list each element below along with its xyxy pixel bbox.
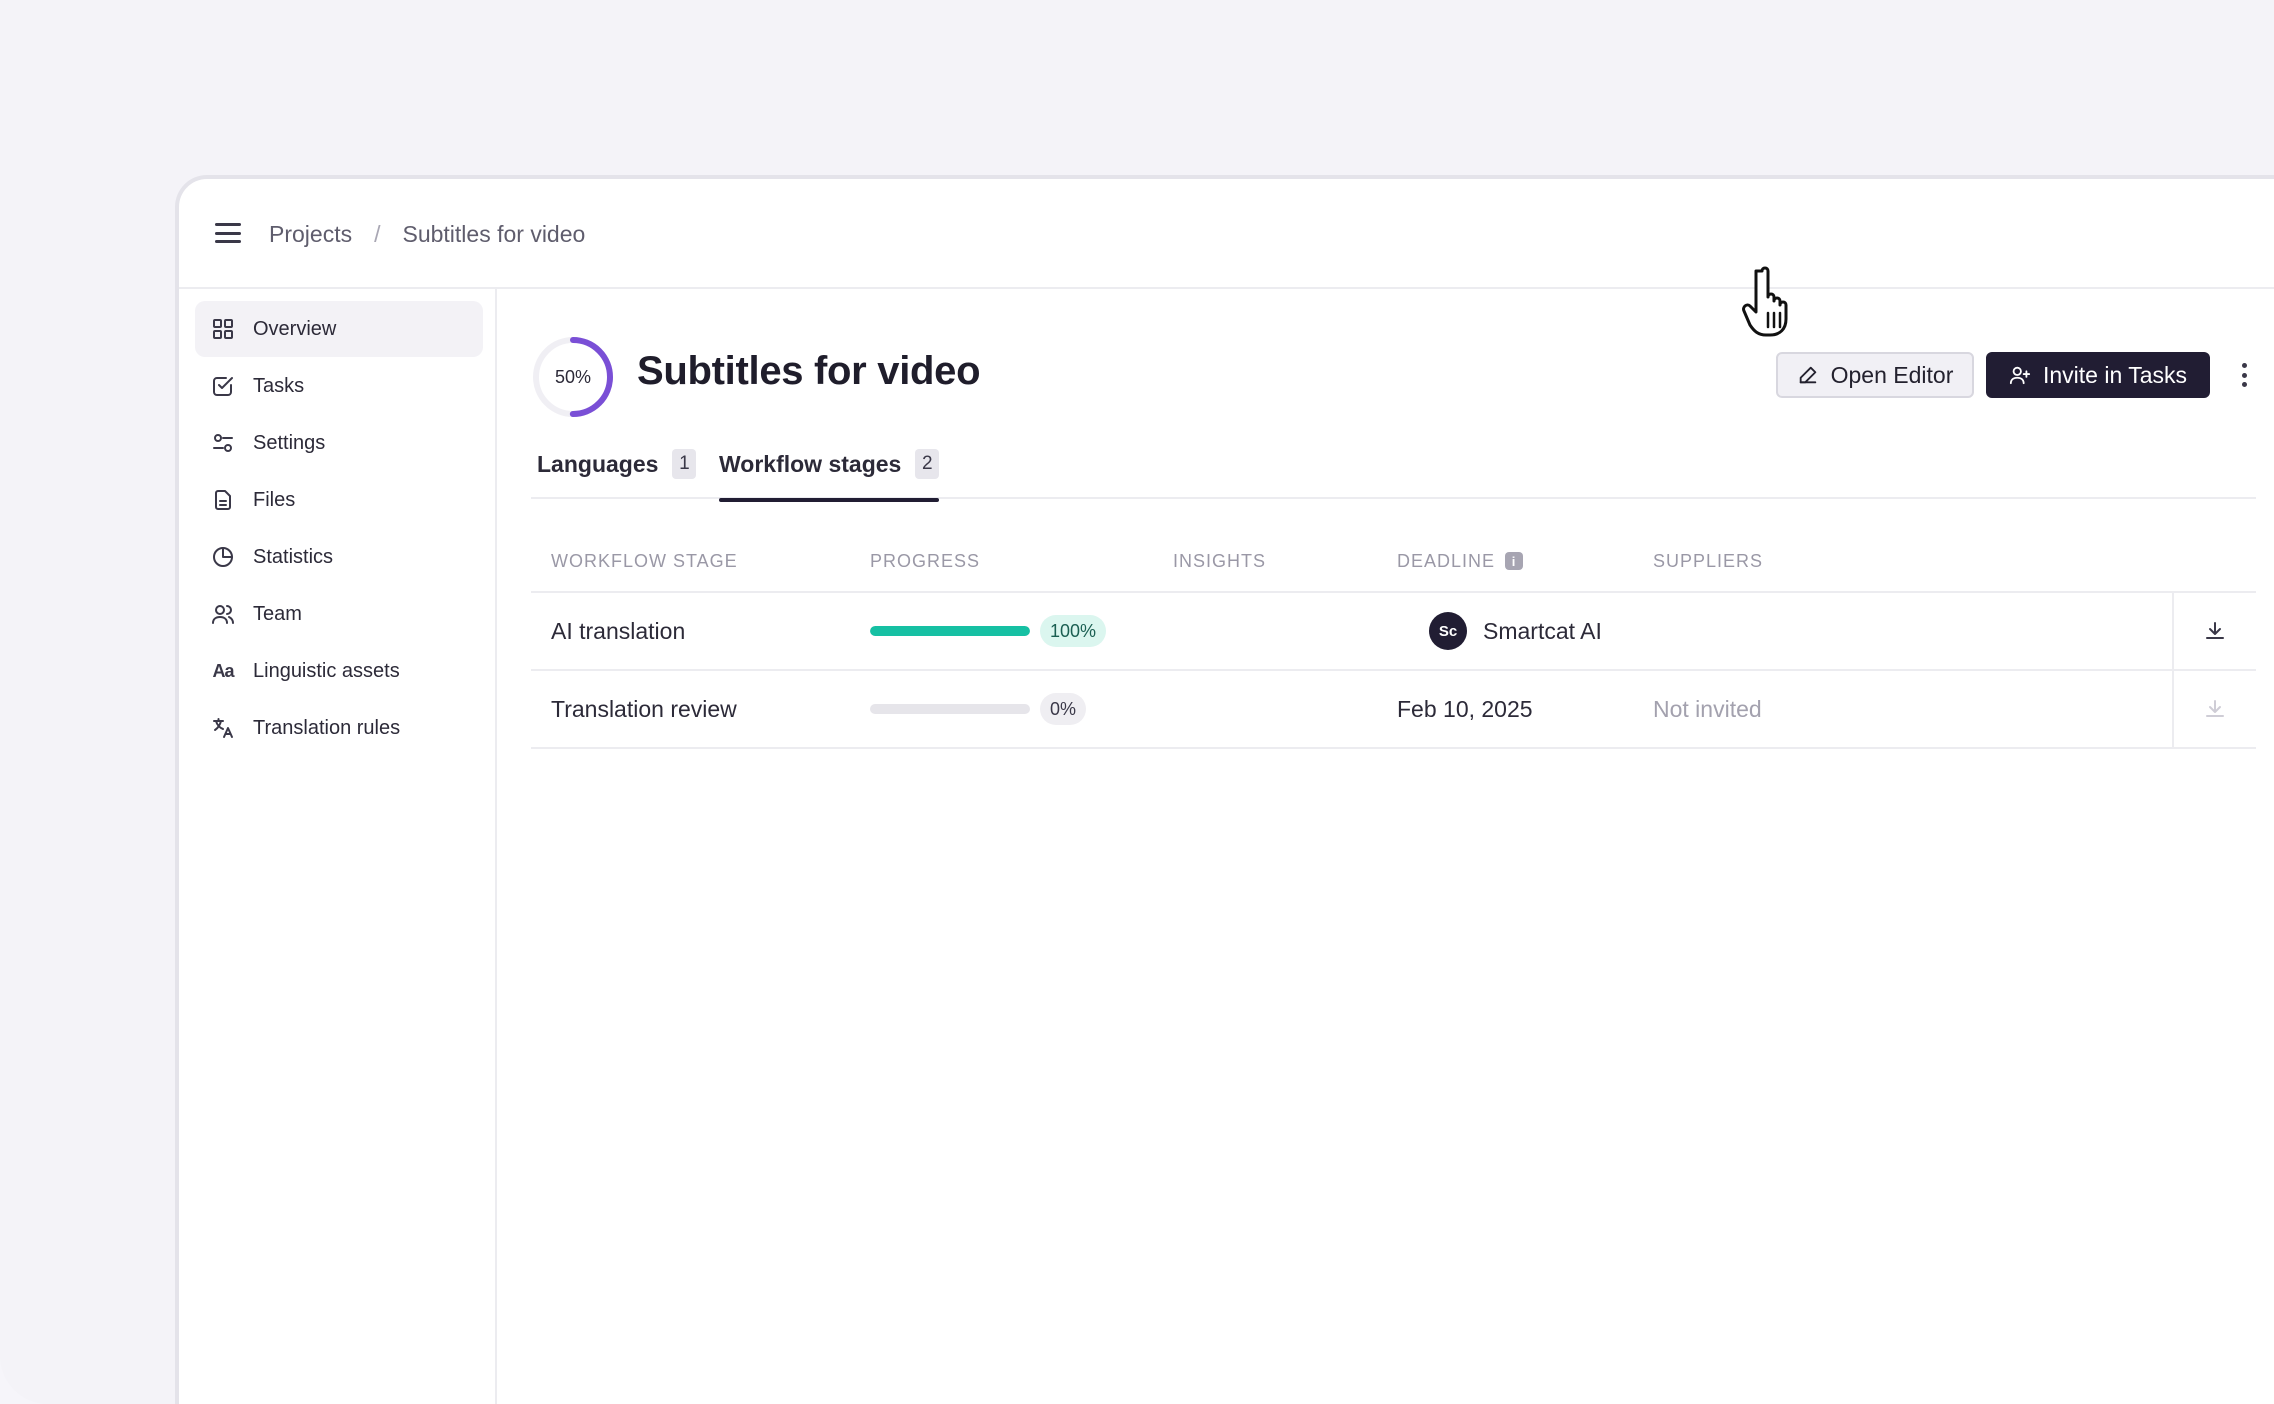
- deadline: Feb 10, 2025: [1397, 695, 1533, 722]
- translate-icon: [211, 716, 235, 740]
- sidebar-item-overview[interactable]: Overview: [195, 301, 483, 357]
- supplier-name: Smartcat AI: [1483, 617, 1602, 644]
- sidebar-item-statistics[interactable]: Statistics: [195, 529, 483, 585]
- sidebar-item-linguistic-assets[interactable]: Aa Linguistic assets: [195, 643, 483, 699]
- stage-name: Translation review: [551, 695, 737, 722]
- sidebar: Overview Tasks Settings Files Statistics: [179, 289, 497, 1404]
- tab-count-badge: 2: [915, 449, 940, 479]
- download-icon: [2206, 622, 2224, 639]
- supplier-status: Not invited: [1653, 695, 1762, 722]
- progress-percent-badge: 100%: [1040, 615, 1107, 647]
- more-options-icon[interactable]: [2236, 359, 2252, 391]
- user-plus-icon: [2009, 366, 2031, 385]
- sidebar-item-label: Files: [253, 488, 296, 511]
- table-header: WORKFLOW STAGE PROGRESS INSIGHTS DEADLIN…: [531, 529, 2256, 593]
- sidebar-item-label: Settings: [253, 431, 326, 454]
- stage-progress: 100%: [870, 593, 1107, 669]
- column-header-deadline: DEADLINE i: [1397, 529, 1524, 593]
- progress-percent-badge: 0%: [1040, 693, 1087, 725]
- progress-bar: [870, 626, 1030, 636]
- tabs: Languages 1 Workflow stages 2: [531, 429, 2256, 502]
- sidebar-item-team[interactable]: Team: [195, 586, 483, 642]
- app-window: Projects / Subtitles for video Overview …: [175, 175, 2274, 1404]
- sidebar-item-tasks[interactable]: Tasks: [195, 358, 483, 414]
- sidebar-item-label: Linguistic assets: [253, 659, 400, 682]
- open-editor-button[interactable]: Open Editor: [1776, 352, 1974, 398]
- breadcrumb-current: Subtitles for video: [402, 220, 586, 247]
- table-row[interactable]: AI translation 100% Sc Smartcat AI: [531, 593, 2256, 671]
- breadcrumb: Projects / Subtitles for video: [269, 179, 585, 289]
- table-row[interactable]: Translation review 0% Feb 10, 2025 Not i…: [531, 671, 2256, 749]
- stage-name: AI translation: [551, 617, 686, 644]
- progress-bar: [870, 704, 1030, 714]
- sidebar-item-files[interactable]: Files: [195, 472, 483, 528]
- tab-languages[interactable]: Languages 1: [537, 429, 697, 499]
- download-button-disabled: [2172, 671, 2256, 747]
- workflow-stages-table: WORKFLOW STAGE PROGRESS INSIGHTS DEADLIN…: [531, 529, 2256, 749]
- breadcrumb-separator: /: [374, 220, 381, 247]
- pie-chart-icon: [211, 545, 235, 569]
- top-bar: Projects / Subtitles for video: [179, 179, 2274, 289]
- tab-count-badge: 1: [672, 449, 697, 479]
- sidebar-item-settings[interactable]: Settings: [195, 415, 483, 471]
- sidebar-item-label: Team: [253, 602, 302, 625]
- column-header-progress: PROGRESS: [870, 550, 981, 571]
- sidebar-item-label: Tasks: [253, 374, 305, 397]
- supplier[interactable]: Sc Smartcat AI: [1429, 593, 1602, 669]
- sidebar-item-label: Statistics: [253, 545, 334, 568]
- aa-icon: Aa: [212, 660, 234, 681]
- column-header-deadline-label: DEADLINE: [1397, 550, 1496, 571]
- stage-progress: 0%: [870, 671, 1087, 747]
- users-icon: [211, 602, 235, 626]
- sidebar-item-label: Translation rules: [253, 716, 401, 739]
- smartcat-avatar: Sc: [1429, 612, 1467, 650]
- breadcrumb-projects[interactable]: Projects: [269, 221, 352, 248]
- download-button[interactable]: [2172, 593, 2256, 669]
- check-square-icon: [211, 374, 235, 398]
- page-title: Subtitles for video: [637, 349, 981, 393]
- column-header-suppliers: SUPPLIERS: [1653, 550, 1764, 571]
- sidebar-item-translation-rules[interactable]: Translation rules: [195, 700, 483, 756]
- grid-icon: [211, 317, 235, 341]
- progress-bar-fill: [870, 626, 1030, 636]
- info-icon[interactable]: i: [1505, 552, 1524, 570]
- tab-workflow-stages[interactable]: Workflow stages 2: [719, 429, 940, 502]
- project-progress-label: 50%: [554, 366, 592, 387]
- column-header-stage: WORKFLOW STAGE: [551, 550, 738, 571]
- invite-in-tasks-label: Invite in Tasks: [2042, 361, 2188, 388]
- tab-label: Workflow stages: [719, 450, 902, 477]
- open-editor-label: Open Editor: [1830, 361, 1954, 388]
- sidebar-item-label: Overview: [253, 317, 337, 340]
- menu-icon[interactable]: [215, 223, 241, 243]
- column-header-insights: INSIGHTS: [1173, 550, 1267, 571]
- pencil-icon: [1799, 366, 1816, 384]
- main-content: 50% Subtitles for video Open Editor Invi…: [499, 289, 2274, 1404]
- tab-label: Languages: [537, 450, 659, 477]
- sliders-icon: [211, 431, 235, 455]
- invite-in-tasks-button[interactable]: Invite in Tasks: [1986, 352, 2210, 398]
- download-icon: [2206, 700, 2224, 717]
- file-icon: [211, 488, 235, 512]
